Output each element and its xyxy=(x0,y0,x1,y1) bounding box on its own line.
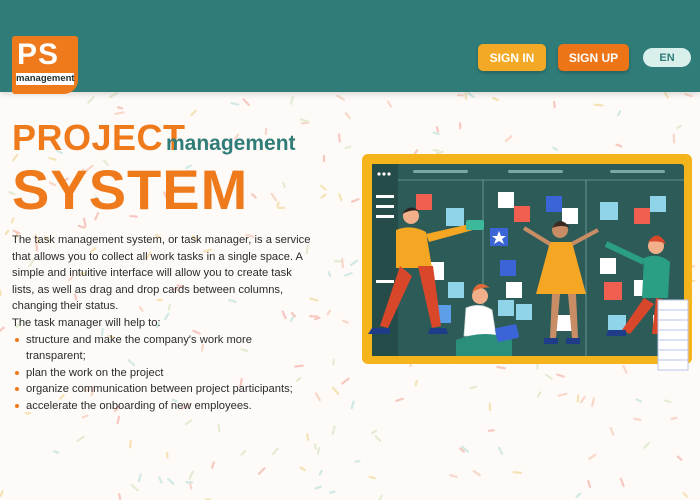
sign-up-button[interactable]: SIGN UP xyxy=(558,44,629,71)
benefits-list: structure and make the company's work mo… xyxy=(12,332,312,415)
logo-letters: PS xyxy=(17,38,60,71)
title-project: PROJECT xyxy=(12,117,186,158)
top-header: PS management SIGN IN SIGN UP EN xyxy=(0,0,700,94)
benefit-item: structure and make the company's work mo… xyxy=(12,332,312,365)
benefit-item: organize communication between project p… xyxy=(12,381,312,398)
description-block: The task management system, or task mana… xyxy=(12,232,312,415)
logo-subtitle: management xyxy=(16,73,75,85)
benefit-item: accelerate the onboarding of new employe… xyxy=(12,398,312,415)
help-heading: The task manager will help to: xyxy=(12,316,161,329)
benefit-item: plan the work on the project xyxy=(12,365,312,382)
intro-paragraph: The task management system, or task mana… xyxy=(12,234,311,313)
sign-in-button[interactable]: SIGN IN xyxy=(478,44,546,71)
title-management: management xyxy=(166,132,296,155)
language-toggle[interactable]: EN xyxy=(643,48,691,67)
title-system: SYSTEM xyxy=(12,158,249,221)
ps-management-logo[interactable]: PS management xyxy=(12,36,78,94)
kanban-board-illustration xyxy=(362,154,692,371)
